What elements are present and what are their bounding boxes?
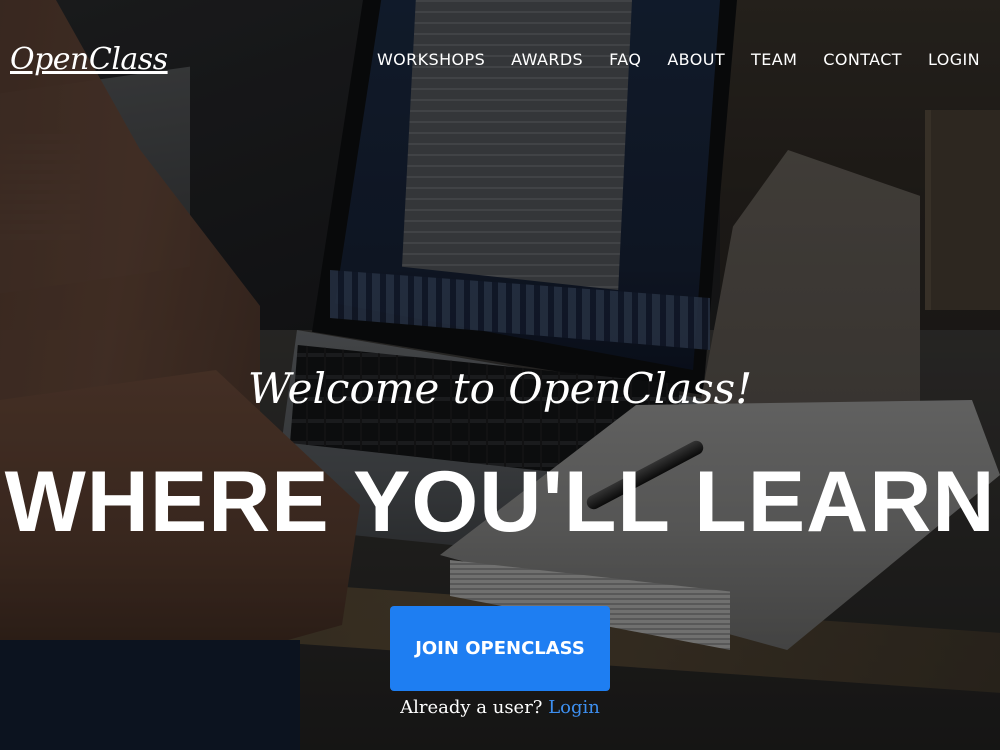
join-openclass-button[interactable]: JOIN OPENCLASS xyxy=(390,606,610,691)
main-nav: WORKSHOPS AWARDS FAQ ABOUT TEAM CONTACT … xyxy=(377,50,980,69)
nav-item-awards[interactable]: AWARDS xyxy=(511,50,583,69)
welcome-heading: Welcome to OpenClass! xyxy=(247,364,753,413)
login-link[interactable]: Login xyxy=(548,697,600,718)
hero-section: OpenClass WORKSHOPS AWARDS FAQ ABOUT TEA… xyxy=(0,0,1000,750)
brand-logo[interactable]: OpenClass xyxy=(10,42,168,77)
nav-item-contact[interactable]: CONTACT xyxy=(823,50,902,69)
existing-user-prompt: Already a user? Login xyxy=(0,697,1000,718)
nav-item-faq[interactable]: FAQ xyxy=(609,50,641,69)
nav-item-login[interactable]: LOGIN xyxy=(928,50,980,69)
hero-headline: WHERE YOU'LL LEARN xyxy=(4,454,996,550)
existing-user-text: Already a user? xyxy=(400,697,543,718)
nav-item-workshops[interactable]: WORKSHOPS xyxy=(377,50,485,69)
nav-item-about[interactable]: ABOUT xyxy=(667,50,725,69)
nav-item-team[interactable]: TEAM xyxy=(751,50,797,69)
